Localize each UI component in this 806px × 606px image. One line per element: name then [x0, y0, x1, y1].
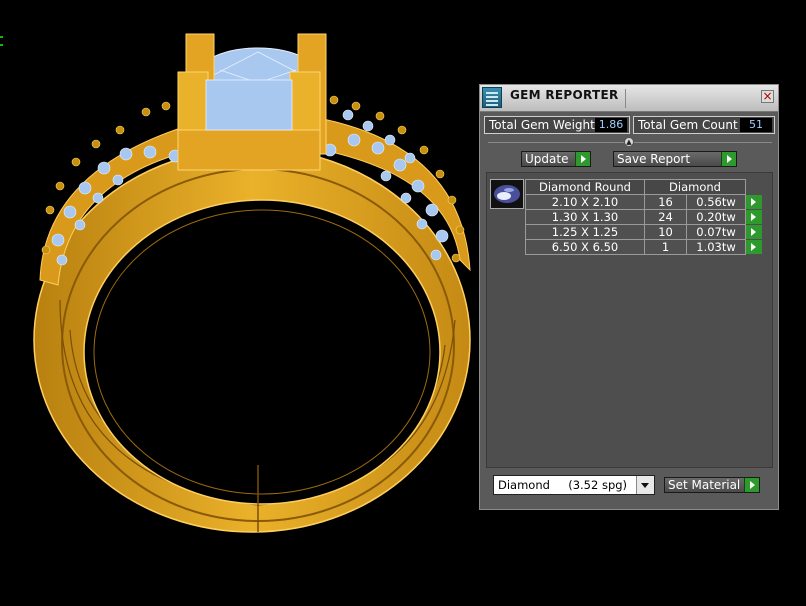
material-dropdown[interactable]: Diamond (3.52 spg): [493, 475, 655, 495]
close-icon[interactable]: ×: [761, 90, 774, 103]
total-gem-count-label: Total Gem Count: [638, 118, 738, 132]
set-material-play-icon: [744, 478, 759, 492]
row-select-icon[interactable]: [746, 225, 762, 240]
gem-size: 6.50 X 6.50: [525, 239, 645, 255]
gem-reporter-icon: [482, 87, 502, 108]
gem-size: 2.10 X 2.10: [525, 194, 645, 210]
gem-count: 24: [643, 209, 688, 225]
save-report-play-icon: [721, 152, 736, 166]
update-play-icon: [575, 152, 590, 166]
gem-count: 1: [643, 239, 688, 255]
save-report-button-label: Save Report: [617, 152, 691, 166]
gem-count: 10: [643, 224, 688, 240]
save-report-button[interactable]: Save Report: [613, 151, 737, 167]
gem-count: 16: [643, 194, 688, 210]
material-dropdown-value: Diamond (3.52 spg): [498, 478, 628, 492]
update-button-label: Update: [525, 152, 569, 166]
table-row[interactable]: 2.10 X 2.10 16 0.56tw: [525, 194, 765, 210]
panel-title: GEM REPORTER: [510, 88, 619, 102]
set-material-button[interactable]: Set Material: [664, 477, 760, 493]
row-select-icon[interactable]: [746, 195, 762, 210]
set-material-button-label: Set Material: [668, 478, 741, 492]
collapse-icon[interactable]: ▲: [624, 137, 634, 147]
title-separator: [625, 89, 626, 108]
gem-weight: 1.03tw: [686, 239, 746, 255]
total-gem-weight-value: 1.86: [595, 118, 627, 132]
table-row[interactable]: 6.50 X 6.50 1 1.03tw: [525, 239, 765, 255]
total-gem-weight-label: Total Gem Weight: [489, 118, 595, 132]
total-gem-count-value: 51: [740, 118, 772, 132]
row-select-icon[interactable]: [746, 210, 762, 225]
diamond-thumbnail-icon[interactable]: [490, 179, 524, 209]
gem-table: Diamond Round Diamond 2.10 X 2.10 16 0.5…: [525, 179, 765, 255]
gem-size: 1.30 X 1.30: [525, 209, 645, 225]
update-button[interactable]: Update: [521, 151, 591, 167]
gem-size: 1.25 X 1.25: [525, 224, 645, 240]
ring-inner-hole: [83, 199, 441, 505]
table-row[interactable]: 1.30 X 1.30 24 0.20tw: [525, 209, 765, 225]
total-gem-weight-box: Total Gem Weight 1.86: [484, 116, 630, 134]
row-select-icon[interactable]: [746, 240, 762, 255]
gem-weight: 0.20tw: [686, 209, 746, 225]
total-gem-count-box: Total Gem Count 51: [633, 116, 775, 134]
table-row[interactable]: 1.25 X 1.25 10 0.07tw: [525, 224, 765, 240]
column-header-material: Diamond: [644, 179, 746, 195]
gem-weight: 0.07tw: [686, 224, 746, 240]
chevron-down-icon[interactable]: [636, 476, 654, 494]
column-header-shape: Diamond Round: [525, 179, 645, 195]
gem-list-area: Diamond Round Diamond 2.10 X 2.10 16 0.5…: [486, 172, 773, 468]
gem-reporter-panel: GEM REPORTER × Total Gem Weight 1.86 Tot…: [479, 84, 779, 510]
panel-titlebar[interactable]: GEM REPORTER ×: [480, 85, 778, 112]
gem-weight: 0.56tw: [686, 194, 746, 210]
